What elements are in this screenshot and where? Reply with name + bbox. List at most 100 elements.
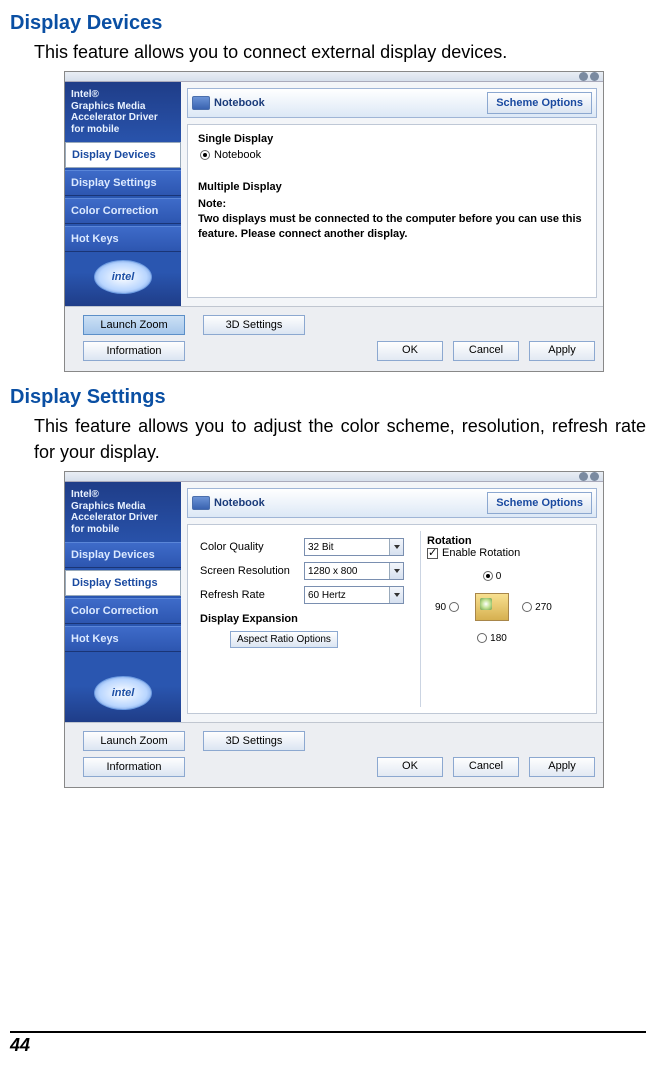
ok-button[interactable]: OK [377,757,443,777]
refresh-rate-combo[interactable]: 60 Hertz [304,586,404,604]
content-panel: Notebook Scheme Options Color Quality 32… [181,482,603,722]
help-icon[interactable] [579,72,588,81]
device-label: Notebook [214,497,265,509]
intel-logo-icon: intel [94,676,152,710]
multiple-display-title: Multiple Display [198,181,586,193]
enable-rotation-label: Enable Rotation [442,547,520,559]
checkbox-icon [427,548,438,559]
display-devices-panel: Single Display Notebook Multiple Display… [187,124,597,298]
window-titlebar [65,72,603,82]
launch-zoom-button[interactable]: Launch Zoom [83,315,185,335]
rotation-270-radio[interactable]: 270 [522,602,552,613]
close-icon[interactable] [590,72,599,81]
device-header-bar: Notebook Scheme Options [187,488,597,518]
radio-icon [522,602,532,612]
dialog-footer: Launch Zoom 3D Settings Information OK C… [65,723,603,787]
device-header-bar: Notebook Scheme Options [187,88,597,118]
close-icon[interactable] [590,472,599,481]
help-icon[interactable] [579,472,588,481]
page-footer: 44 [10,1031,646,1056]
scheme-options-button[interactable]: Scheme Options [487,492,592,514]
scheme-options-button[interactable]: Scheme Options [487,92,592,114]
sidebar-tab-color-correction[interactable]: Color Correction [65,598,181,624]
sidebar-tab-display-settings[interactable]: Display Settings [65,570,181,596]
aspect-ratio-options-button[interactable]: Aspect Ratio Options [230,631,338,648]
notebook-icon [192,496,210,510]
radio-icon [477,633,487,643]
single-display-title: Single Display [198,133,586,145]
single-display-notebook-radio[interactable]: Notebook [200,149,586,161]
rotation-90-label: 90 [435,602,446,613]
section1-desc: This feature allows you to connect exter… [34,39,646,65]
screenshot-display-devices: Intel® Graphics Media Accelerator Driver… [64,71,604,372]
sidebar-tab-display-devices[interactable]: Display Devices [65,142,181,168]
rotation-title: Rotation [427,535,584,547]
radio-icon [483,571,493,581]
sidebar-brand-title: Intel® Graphics Media Accelerator Driver… [65,87,181,141]
radio-icon [449,602,459,612]
color-quality-label: Color Quality [200,541,304,553]
window-controls[interactable] [579,72,599,81]
footer-rule [10,1031,646,1033]
screenshot-display-settings: Intel® Graphics Media Accelerator Driver… [64,471,604,788]
section2-desc: This feature allows you to adjust the co… [34,413,646,465]
information-button[interactable]: Information [83,757,185,777]
enable-rotation-checkbox[interactable]: Enable Rotation [427,547,584,559]
intel-logo-area: intel [65,670,181,716]
color-quality-combo[interactable]: 32 Bit [304,538,404,556]
sidebar-tab-hot-keys[interactable]: Hot Keys [65,626,181,652]
window-controls[interactable] [579,472,599,481]
combo-value: 32 Bit [308,542,334,553]
apply-button[interactable]: Apply [529,341,595,361]
screen-resolution-combo[interactable]: 1280 x 800 [304,562,404,580]
rotation-90-radio[interactable]: 90 [435,602,459,613]
rotation-180-radio[interactable]: 180 [477,633,507,644]
note-label: Note: [198,197,586,212]
device-label: Notebook [214,97,265,109]
sidebar-tab-display-devices[interactable]: Display Devices [65,542,181,568]
3d-settings-button[interactable]: 3D Settings [203,315,305,335]
radio-label: Notebook [214,149,261,161]
3d-settings-button[interactable]: 3D Settings [203,731,305,751]
combo-value: 1280 x 800 [308,566,358,577]
rotation-column: Rotation Enable Rotation 0 90 [420,531,590,707]
sidebar-brand-title: Intel® Graphics Media Accelerator Driver… [65,487,181,541]
sidebar: Intel® Graphics Media Accelerator Driver… [65,82,181,306]
refresh-rate-label: Refresh Rate [200,589,304,601]
chevron-down-icon [389,587,403,603]
launch-zoom-button[interactable]: Launch Zoom [83,731,185,751]
window-titlebar [65,472,603,482]
combo-value: 60 Hertz [308,590,346,601]
sidebar-tab-color-correction[interactable]: Color Correction [65,198,181,224]
note-text: Two displays must be connected to the co… [198,212,586,242]
information-button[interactable]: Information [83,341,185,361]
radio-icon [200,150,210,160]
page-number: 44 [10,1035,646,1056]
section1-title: Display Devices [10,12,646,35]
chevron-down-icon [389,539,403,555]
settings-left-column: Color Quality 32 Bit Screen Resolution 1… [194,531,420,707]
content-panel: Notebook Scheme Options Single Display N… [181,82,603,306]
rotation-180-label: 180 [490,633,507,644]
intel-logo-icon: intel [94,260,152,294]
dialog-footer: Launch Zoom 3D Settings Information OK C… [65,307,603,371]
display-settings-panel: Color Quality 32 Bit Screen Resolution 1… [187,524,597,714]
chevron-down-icon [389,563,403,579]
rotation-preview-image-icon [475,593,509,621]
cancel-button[interactable]: Cancel [453,757,519,777]
rotation-270-label: 270 [535,602,552,613]
notebook-icon [192,96,210,110]
rotation-0-label: 0 [496,571,502,582]
rotation-grid: 0 90 270 [427,565,584,649]
sidebar: Intel® Graphics Media Accelerator Driver… [65,482,181,722]
sidebar-tab-display-settings[interactable]: Display Settings [65,170,181,196]
sidebar-tab-hot-keys[interactable]: Hot Keys [65,226,181,252]
intel-logo-area: intel [65,254,181,300]
cancel-button[interactable]: Cancel [453,341,519,361]
rotation-0-radio[interactable]: 0 [483,571,502,582]
display-expansion-title: Display Expansion [200,613,414,625]
apply-button[interactable]: Apply [529,757,595,777]
section2-title: Display Settings [10,386,646,409]
screen-resolution-label: Screen Resolution [200,565,304,577]
ok-button[interactable]: OK [377,341,443,361]
